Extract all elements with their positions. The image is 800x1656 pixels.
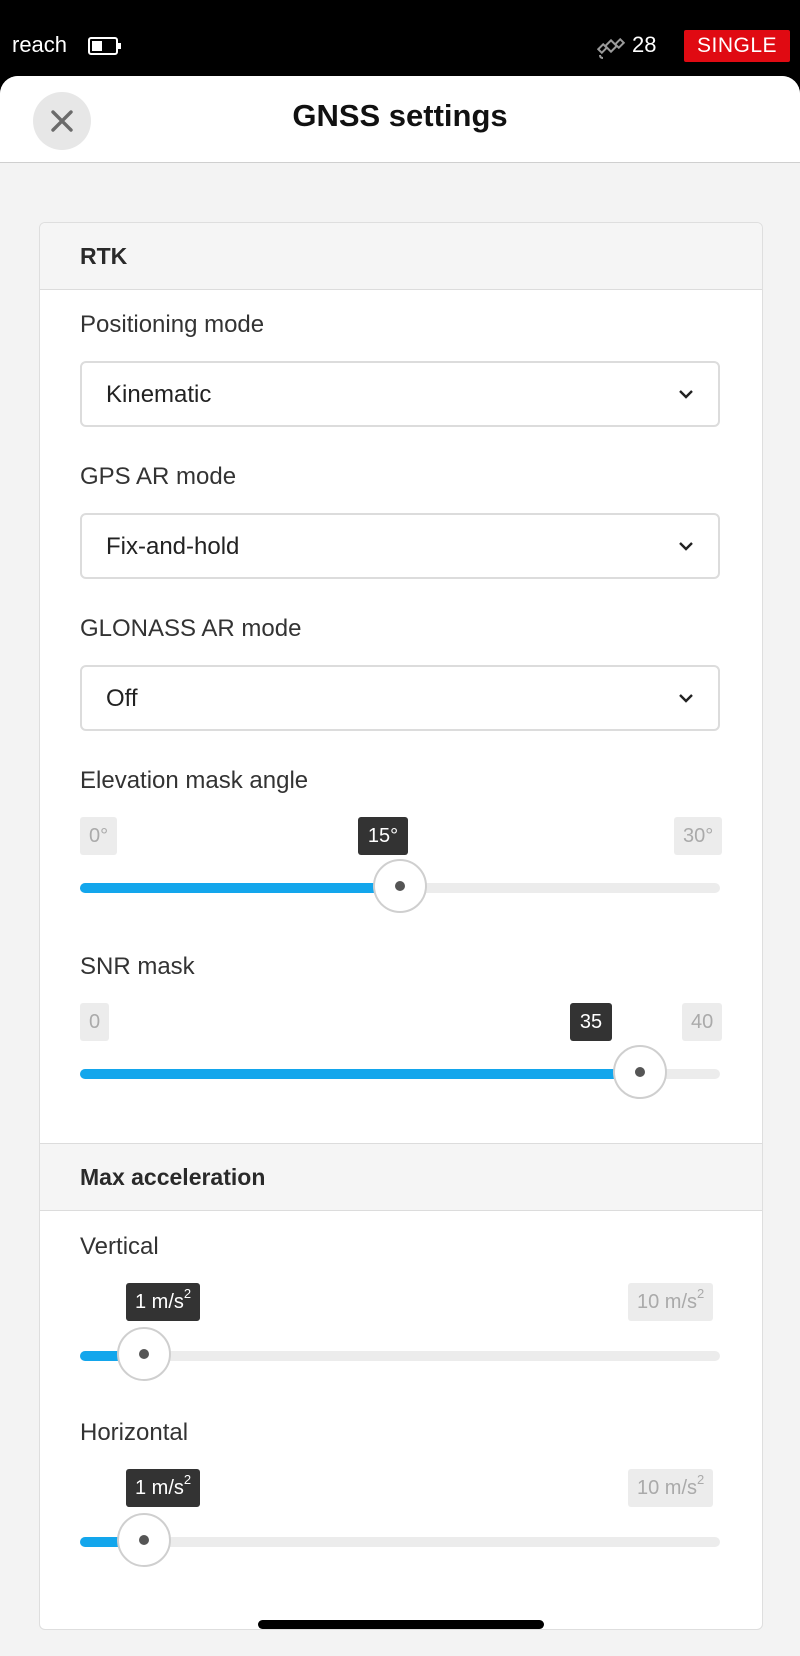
elevation-mask-max: 30° bbox=[674, 817, 723, 855]
max-acceleration-section-header: Max acceleration bbox=[40, 1143, 762, 1211]
page-title: GNSS settings bbox=[292, 98, 508, 133]
snr-mask-max: 40 bbox=[682, 1003, 723, 1041]
elevation-mask-min: 0° bbox=[80, 817, 118, 855]
section-title-rtk: RTK bbox=[80, 243, 128, 269]
glonass-ar-mode-label: GLONASS AR mode bbox=[80, 615, 302, 642]
elevation-mask-current: 15° bbox=[358, 817, 408, 855]
snr-mask-slider[interactable] bbox=[80, 1045, 720, 1099]
home-indicator bbox=[258, 1620, 544, 1629]
vertical-current: 1 m/s2 bbox=[126, 1283, 201, 1321]
vertical-max: 10 m/s2 bbox=[628, 1283, 714, 1321]
horizontal-max: 10 m/s2 bbox=[628, 1469, 714, 1507]
vertical-label: Vertical bbox=[80, 1233, 159, 1260]
settings-sheet: GNSS settings RTK Positioning mode Kinem… bbox=[0, 76, 800, 1656]
slider-handle[interactable] bbox=[373, 859, 427, 913]
rtk-section-header: RTK bbox=[40, 223, 762, 290]
section-title-max-acceleration: Max acceleration bbox=[80, 1164, 266, 1190]
horizontal-label: Horizontal bbox=[80, 1419, 189, 1446]
settings-card: RTK Positioning mode Kinematic GPS AR mo… bbox=[39, 222, 763, 1630]
slider-fill bbox=[80, 883, 400, 893]
slider-handle[interactable] bbox=[117, 1513, 171, 1567]
status-bar: reach 28 SINGLE bbox=[0, 0, 800, 80]
positioning-mode-select[interactable]: Kinematic bbox=[80, 361, 720, 427]
battery-icon bbox=[88, 37, 121, 55]
app-name: reach bbox=[12, 32, 68, 57]
positioning-mode-value: Kinematic bbox=[106, 381, 212, 408]
glonass-ar-mode-select[interactable]: Off bbox=[80, 665, 720, 731]
snr-mask-current: 35 bbox=[570, 1003, 612, 1041]
slider-handle[interactable] bbox=[117, 1327, 171, 1381]
chevron-down-icon bbox=[679, 694, 693, 703]
chevron-down-icon bbox=[679, 390, 693, 399]
horizontal-acceleration-slider[interactable] bbox=[80, 1513, 720, 1567]
snr-mask-label: SNR mask bbox=[80, 953, 195, 980]
slider-fill bbox=[80, 1069, 640, 1079]
elevation-mask-slider[interactable] bbox=[80, 859, 720, 913]
slider-handle[interactable] bbox=[613, 1045, 667, 1099]
chevron-down-icon bbox=[679, 542, 693, 551]
elevation-mask-label: Elevation mask angle bbox=[80, 767, 309, 794]
gps-ar-mode-select[interactable]: Fix-and-hold bbox=[80, 513, 720, 579]
solution-status-badge: SINGLE bbox=[684, 30, 790, 62]
gps-ar-mode-label: GPS AR mode bbox=[80, 463, 237, 490]
satellite-icon bbox=[596, 32, 626, 60]
satellite-count: 28 bbox=[632, 32, 657, 57]
header: GNSS settings bbox=[0, 76, 800, 163]
horizontal-current: 1 m/s2 bbox=[126, 1469, 201, 1507]
glonass-ar-mode-value: Off bbox=[106, 685, 138, 712]
positioning-mode-label: Positioning mode bbox=[80, 311, 265, 338]
snr-mask-min: 0 bbox=[80, 1003, 110, 1041]
gps-ar-mode-value: Fix-and-hold bbox=[106, 533, 240, 560]
vertical-acceleration-slider[interactable] bbox=[80, 1327, 720, 1381]
